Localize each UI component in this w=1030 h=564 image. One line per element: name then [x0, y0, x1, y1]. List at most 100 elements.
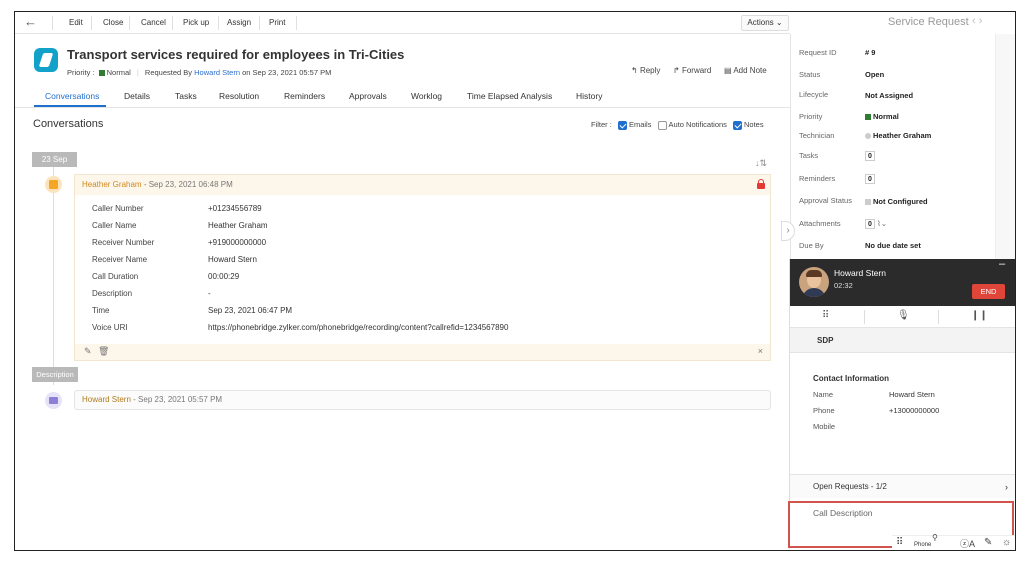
email-timeline-icon	[45, 392, 62, 409]
panel-scrollbar[interactable]	[995, 34, 1015, 259]
note-row-label: Receiver Number	[92, 238, 155, 247]
status-value[interactable]: Open	[865, 70, 884, 79]
edit-pencil-icon[interactable]: ✎	[84, 346, 92, 357]
cancel-button[interactable]: Cancel	[137, 16, 170, 30]
dialpad-icon[interactable]: ⠿	[822, 310, 829, 321]
requester-link[interactable]: Howard Stern	[194, 68, 240, 77]
edit-button[interactable]: Edit	[65, 16, 87, 30]
filter-bar: Filter : Emails Auto Notifications Notes	[591, 120, 764, 130]
lightbulb-icon[interactable]: ☼	[1002, 537, 1011, 548]
note-row-value: +01234556789	[208, 204, 262, 213]
description-pill: Description	[32, 367, 78, 382]
priority-field-value: Normal	[873, 112, 899, 121]
note-row-label: Call Duration	[92, 272, 139, 281]
close-button[interactable]: Close	[99, 16, 127, 30]
note-row-value: 00:00:29	[208, 272, 240, 281]
filter-label: Filter :	[591, 120, 612, 129]
hold-icon[interactable]: ❙❙	[971, 310, 988, 321]
back-arrow-icon[interactable]: ←	[24, 14, 37, 29]
note-row-value: Howard Stern	[208, 255, 257, 264]
lifecycle-value[interactable]: Not Assigned	[865, 91, 913, 100]
print-button[interactable]: Print	[265, 16, 289, 30]
technician-value: Heather Graham	[873, 131, 932, 140]
priority-field[interactable]: Normal	[865, 112, 899, 121]
phone-widget: Howard Stern 02:32 – END ⠿ 🎙 ❙❙ SDP Cont…	[788, 258, 1015, 549]
voice-uri-link[interactable]: https://phonebridge.zylker.com/phonebrid…	[208, 323, 508, 332]
tab-approvals[interactable]: Approvals	[349, 91, 387, 101]
request-meta: Priority : Normal | Requested By Howard …	[67, 68, 331, 77]
controls-divider	[864, 310, 865, 324]
tab-bar: Conversations Details Tasks Resolution R…	[15, 88, 790, 108]
reply-icon: ↰	[631, 66, 638, 75]
toolbar-divider	[259, 16, 260, 30]
priority-label: Priority :	[67, 68, 95, 77]
tab-conversations[interactable]: Conversations	[45, 91, 99, 101]
forward-button[interactable]: ↱ Forward	[673, 66, 711, 75]
tab-history[interactable]: History	[576, 91, 602, 101]
reminders-count[interactable]: 0	[865, 174, 875, 184]
contact-info-heading: Contact Information	[813, 374, 889, 383]
approval-value: Not Configured	[873, 197, 928, 206]
description-author[interactable]: Howard Stern	[82, 395, 131, 404]
reply-button[interactable]: ↰ Reply	[631, 66, 660, 75]
trash-icon[interactable]: 🗑	[98, 346, 109, 357]
tab-worklog[interactable]: Worklog	[411, 91, 442, 101]
note-row-value: -	[208, 289, 211, 298]
toolbar-divider	[129, 16, 130, 30]
close-icon[interactable]: ×	[758, 346, 763, 356]
pickup-button[interactable]: Pick up	[179, 16, 213, 30]
prev-next-arrows-icon[interactable]: ‹ ›	[972, 15, 982, 27]
note-row-label: Caller Name	[92, 221, 137, 230]
date-pill: 23 Sep	[32, 152, 77, 167]
edit-note-icon[interactable]: ✎	[984, 537, 992, 548]
attachments-field[interactable]: 0 ⌇⌄	[865, 219, 887, 229]
minimize-icon[interactable]: –	[999, 258, 1005, 270]
assign-button[interactable]: Assign	[223, 16, 255, 30]
contact-phone-label: Phone	[813, 406, 835, 415]
notes-label: Notes	[744, 120, 764, 129]
prop-label: Approval Status	[799, 196, 852, 205]
prop-value: # 9	[865, 48, 876, 57]
apps-grid-icon[interactable]: ⠿	[896, 537, 903, 548]
add-note-button[interactable]: ▤ Add Note	[724, 66, 767, 75]
call-timer: 02:32	[834, 281, 853, 290]
tasks-count[interactable]: 0	[865, 151, 875, 161]
tab-resolution[interactable]: Resolution	[219, 91, 259, 101]
prop-label: Request ID	[799, 48, 837, 57]
description-card[interactable]: Howard Stern - Sep 23, 2021 05:57 PM	[74, 390, 771, 410]
sdp-section-header[interactable]: SDP	[790, 328, 1015, 353]
toolbar-divider	[218, 16, 219, 30]
prop-label: Due By	[799, 241, 824, 250]
conversations-heading: Conversations	[33, 118, 104, 130]
note-author[interactable]: Heather Graham	[82, 180, 142, 189]
phone-icon[interactable]: ⚲	[932, 533, 938, 542]
tab-details[interactable]: Details	[124, 91, 150, 101]
open-requests-row[interactable]: Open Requests - 1/2 ›	[790, 474, 1015, 498]
description-time: - Sep 23, 2021 05:57 PM	[130, 395, 223, 404]
sort-icon[interactable]: ↓⇅	[755, 158, 767, 169]
tab-tasks[interactable]: Tasks	[175, 91, 197, 101]
technician-field[interactable]: Heather Graham	[865, 131, 931, 140]
prop-label: Reminders	[799, 174, 836, 183]
note-row-value: Heather Graham	[208, 221, 268, 230]
emails-checkbox[interactable]	[617, 120, 627, 130]
end-call-button[interactable]: END	[972, 284, 1005, 299]
forward-icon: ↱	[673, 66, 680, 75]
call-description-placeholder: Call Description	[813, 508, 873, 518]
translate-icon[interactable]: ⓩA	[960, 537, 975, 550]
due-by-value[interactable]: No due date set	[865, 241, 921, 250]
tasks-count-box: 0	[865, 151, 875, 161]
actions-dropdown[interactable]: Actions ⌄	[741, 15, 789, 31]
auto-notifications-checkbox[interactable]	[657, 120, 667, 130]
approval-status-field[interactable]: Not Configured	[865, 197, 928, 206]
phone-label: Phone	[914, 542, 932, 548]
notes-checkbox[interactable]	[733, 120, 743, 130]
controls-divider	[938, 310, 939, 324]
mute-icon[interactable]: 🎙	[897, 310, 910, 321]
open-requests-label: Open Requests - 1/2	[813, 482, 887, 491]
tab-reminders[interactable]: Reminders	[284, 91, 325, 101]
auto-notifications-label: Auto Notifications	[668, 120, 727, 129]
tab-time-elapsed[interactable]: Time Elapsed Analysis	[467, 91, 552, 101]
paperclip-icon[interactable]: ⌇⌄	[877, 219, 887, 228]
prop-label: Technician	[799, 131, 835, 140]
